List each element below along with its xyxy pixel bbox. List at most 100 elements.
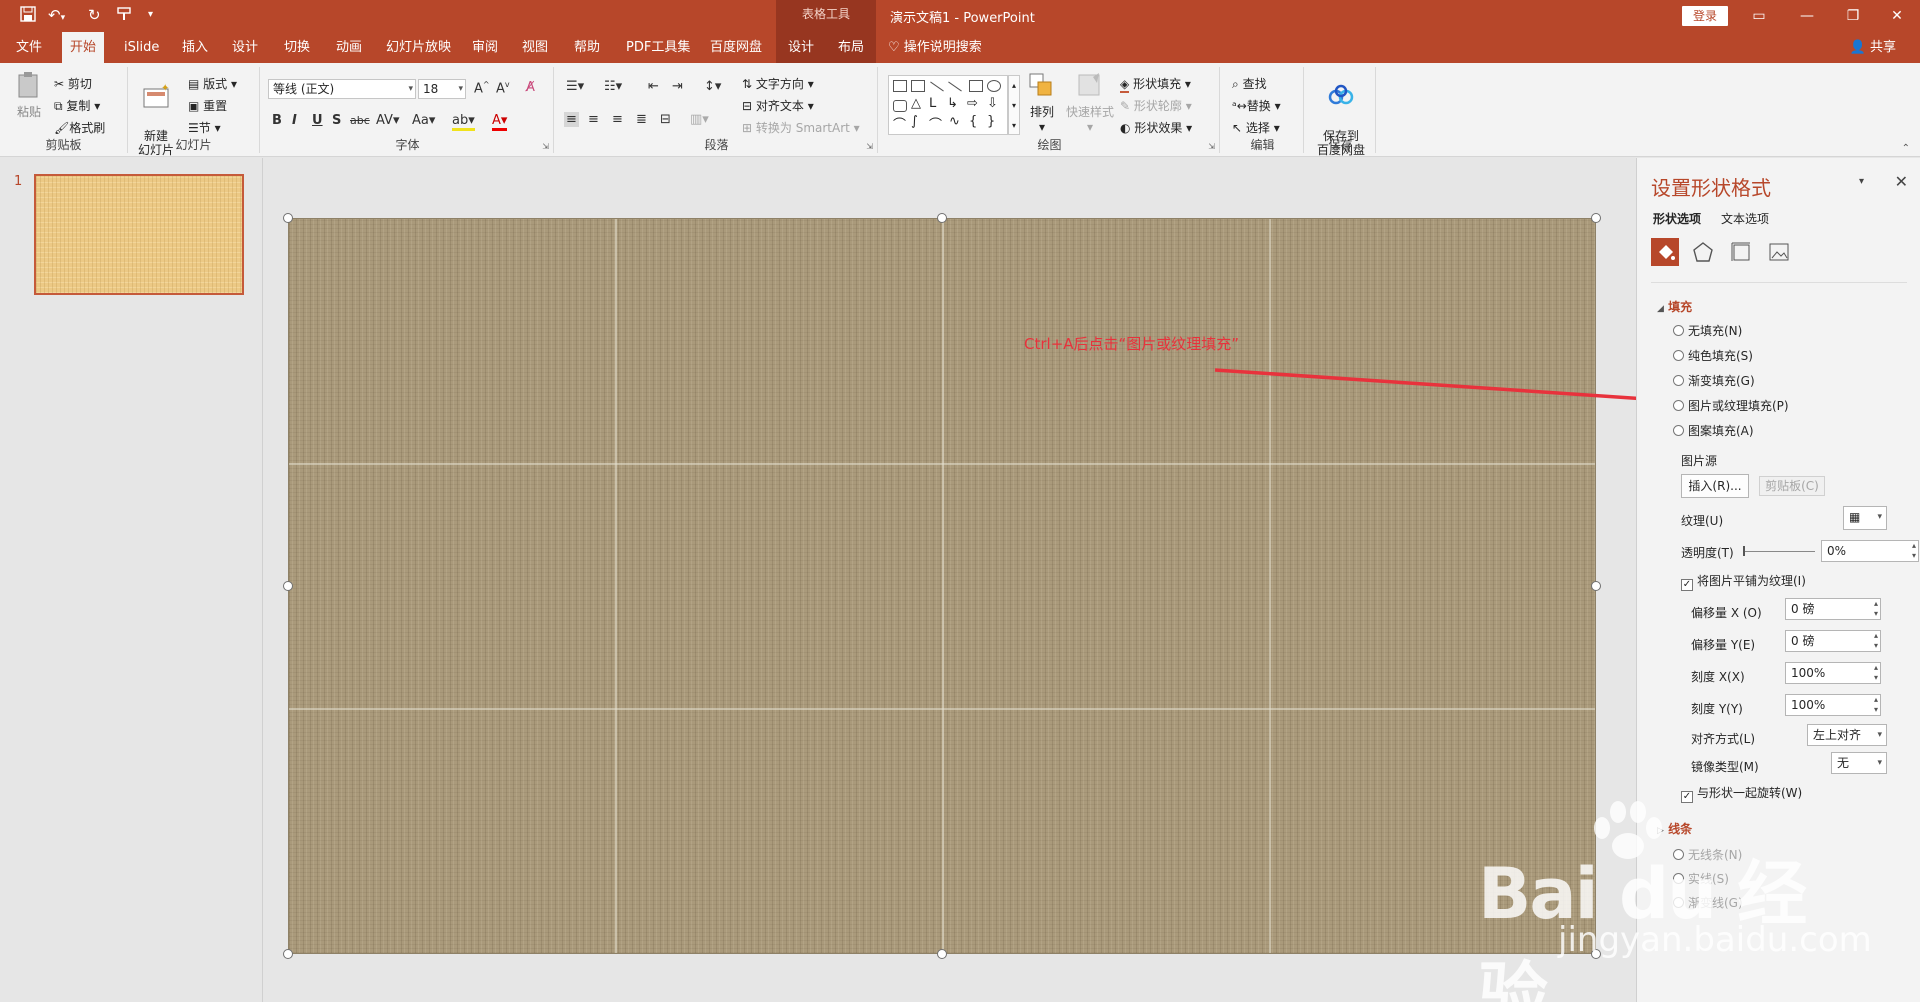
insert-button[interactable]: 插入(R)... <box>1681 474 1749 498</box>
slide-thumbnail[interactable] <box>34 174 244 295</box>
size-properties-icon[interactable] <box>1727 238 1755 266</box>
increase-indent-icon[interactable]: ⇥ <box>672 79 683 94</box>
tab-slideshow[interactable]: 幻灯片放映 <box>378 32 459 63</box>
align-right-icon[interactable]: ≡ <box>612 112 623 127</box>
restore-icon[interactable]: ❐ <box>1838 4 1868 28</box>
redo-icon[interactable]: ↻ <box>88 6 101 24</box>
spinner-arrows-icon[interactable]: ▴ ▾ <box>1874 599 1878 619</box>
highlight-icon[interactable]: ab▾ <box>452 113 475 131</box>
decrease-indent-icon[interactable]: ⇤ <box>648 79 659 94</box>
tab-insert[interactable]: 插入 <box>174 32 216 63</box>
resize-handle[interactable] <box>283 213 293 223</box>
bold-icon[interactable]: B <box>272 113 282 128</box>
slider-thumb[interactable] <box>1743 546 1745 556</box>
mirror-dropdown[interactable]: 无 ▾ <box>1831 752 1887 774</box>
picture-icon[interactable] <box>1765 238 1793 266</box>
share-button[interactable]: 👤 共享 <box>1850 32 1896 63</box>
close-icon[interactable]: ✕ <box>1882 4 1912 28</box>
alignment-dropdown[interactable]: 左上对齐 ▾ <box>1807 724 1887 746</box>
line-shape-icon[interactable] <box>930 81 944 92</box>
tab-table-layout[interactable]: 布局 <box>826 32 876 63</box>
tab-islide[interactable]: iSlide <box>116 32 167 63</box>
align-center-icon[interactable]: ≡ <box>588 112 599 127</box>
scale-y-input[interactable]: 100% ▴ ▾ <box>1785 694 1881 716</box>
transparency-input[interactable]: 0% ▴ ▾ <box>1821 540 1919 562</box>
undo-icon[interactable]: ↶▾ <box>48 6 65 24</box>
strikethrough-icon[interactable]: abc <box>350 114 370 127</box>
increase-font-icon[interactable]: A^ <box>474 80 490 96</box>
spinner-arrows-icon[interactable]: ▴ ▾ <box>1874 695 1878 715</box>
triangle-shape-icon[interactable]: △ <box>911 96 921 111</box>
paste-button[interactable]: 粘贴 <box>12 71 46 120</box>
columns-icon[interactable]: ▥▾ <box>690 112 709 127</box>
distributed-icon[interactable]: ⊟ <box>660 112 671 127</box>
close-icon[interactable]: ✕ <box>1895 172 1908 191</box>
vertical-textbox-shape-icon[interactable] <box>911 80 925 92</box>
rounded-rect-shape-icon[interactable] <box>893 100 907 112</box>
quick-styles-button[interactable]: 快速样式 ▾ <box>1066 71 1114 134</box>
gallery-scroll[interactable]: ▴ ▾ ▾ <box>1008 75 1020 135</box>
elbow-connector-shape-icon[interactable]: ᒪ <box>929 96 936 111</box>
format-painter-icon[interactable] <box>116 6 134 26</box>
tab-text-options[interactable]: 文本选项 <box>1721 210 1769 227</box>
brace-left-shape-icon[interactable]: { <box>969 114 977 129</box>
pane-options-icon[interactable]: ▾ <box>1859 176 1864 187</box>
reset-button[interactable]: ▣ 重置 <box>188 97 227 114</box>
resize-handle[interactable] <box>283 581 293 591</box>
tab-animations[interactable]: 动画 <box>328 32 370 63</box>
clipboard-button[interactable]: 剪贴板(C) <box>1759 476 1825 496</box>
texture-picker[interactable]: ▦ ▾ <box>1843 506 1887 530</box>
radio-no-fill[interactable]: 无填充(N) <box>1673 322 1742 339</box>
select-button[interactable]: ↖ 选择 ▾ <box>1232 119 1280 136</box>
resize-handle[interactable] <box>937 949 947 959</box>
tile-checkbox[interactable]: ✓ 将图片平铺为纹理(I) <box>1681 572 1806 591</box>
tab-home[interactable]: 开始 <box>62 32 105 63</box>
dialog-launcher-icon[interactable]: ⇲ <box>866 142 873 151</box>
cut-button[interactable]: ✂ 剪切 <box>54 75 92 92</box>
slide-table-textured[interactable] <box>288 218 1596 954</box>
resize-handle[interactable] <box>937 213 947 223</box>
effects-pentagon-icon[interactable] <box>1689 238 1717 266</box>
dialog-launcher-icon[interactable]: ⇲ <box>1208 142 1215 151</box>
freeform-shape-icon[interactable]: ⌒ <box>893 114 906 133</box>
character-spacing-icon[interactable]: AV▾ <box>376 113 399 128</box>
tab-view[interactable]: 视图 <box>514 32 556 63</box>
down-arrow-shape-icon[interactable]: ⇩ <box>987 96 998 111</box>
new-slide-button[interactable]: ✦ 新建 幻灯片 ▾ <box>134 69 178 171</box>
copy-button[interactable]: ⧉ 复制 ▾ <box>54 97 100 114</box>
tab-transitions[interactable]: 切换 <box>276 32 318 63</box>
spinner-arrows-icon[interactable]: ▴ ▾ <box>1912 541 1916 561</box>
font-color-icon[interactable]: A▾ <box>492 113 508 131</box>
tab-design[interactable]: 设计 <box>224 32 266 63</box>
scale-x-input[interactable]: 100% ▴ ▾ <box>1785 662 1881 684</box>
resize-handle[interactable] <box>1591 581 1601 591</box>
curve-shape-icon[interactable]: ∫ <box>911 114 918 129</box>
save-icon[interactable] <box>20 6 36 26</box>
offset-y-input[interactable]: 0 磅 ▴ ▾ <box>1785 630 1881 652</box>
tab-baidu-netdisk[interactable]: 百度网盘 <box>702 32 770 63</box>
scribble-shape-icon[interactable]: ∿ <box>949 114 960 129</box>
italic-icon[interactable]: I <box>292 113 297 128</box>
elbow-arrow-shape-icon[interactable]: ↳ <box>947 96 958 111</box>
login-button[interactable]: 登录 <box>1682 6 1728 26</box>
font-size-combo[interactable]: 18 ▾ <box>418 79 466 99</box>
fill-section-header[interactable]: ◢ 填充 <box>1657 298 1692 315</box>
clear-formatting-icon[interactable]: A̸ <box>526 80 535 95</box>
radio-picture-texture-fill[interactable]: 图片或纹理填充(P) <box>1673 397 1789 414</box>
dialog-launcher-icon[interactable]: ⇲ <box>542 142 549 151</box>
tab-help[interactable]: 帮助 <box>566 32 608 63</box>
tab-review[interactable]: 审阅 <box>464 32 506 63</box>
tab-table-design[interactable]: 设计 <box>776 32 826 63</box>
resize-handle[interactable] <box>283 949 293 959</box>
justify-icon[interactable]: ≣ <box>636 112 647 127</box>
radio-gradient-fill[interactable]: 渐变填充(G) <box>1673 372 1755 389</box>
textbox-shape-icon[interactable] <box>893 80 907 92</box>
arrow-line-shape-icon[interactable] <box>948 81 962 92</box>
bullets-icon[interactable]: ☰▾ <box>566 79 584 94</box>
underline-icon[interactable]: U <box>312 113 323 128</box>
right-arrow-shape-icon[interactable]: ⇨ <box>967 96 978 111</box>
numbering-icon[interactable]: ☷▾ <box>604 79 622 94</box>
fill-line-icon[interactable] <box>1651 238 1679 266</box>
offset-x-input[interactable]: 0 磅 ▴ ▾ <box>1785 598 1881 620</box>
shape-effects-button[interactable]: ◐ 形状效果 ▾ <box>1120 119 1192 136</box>
